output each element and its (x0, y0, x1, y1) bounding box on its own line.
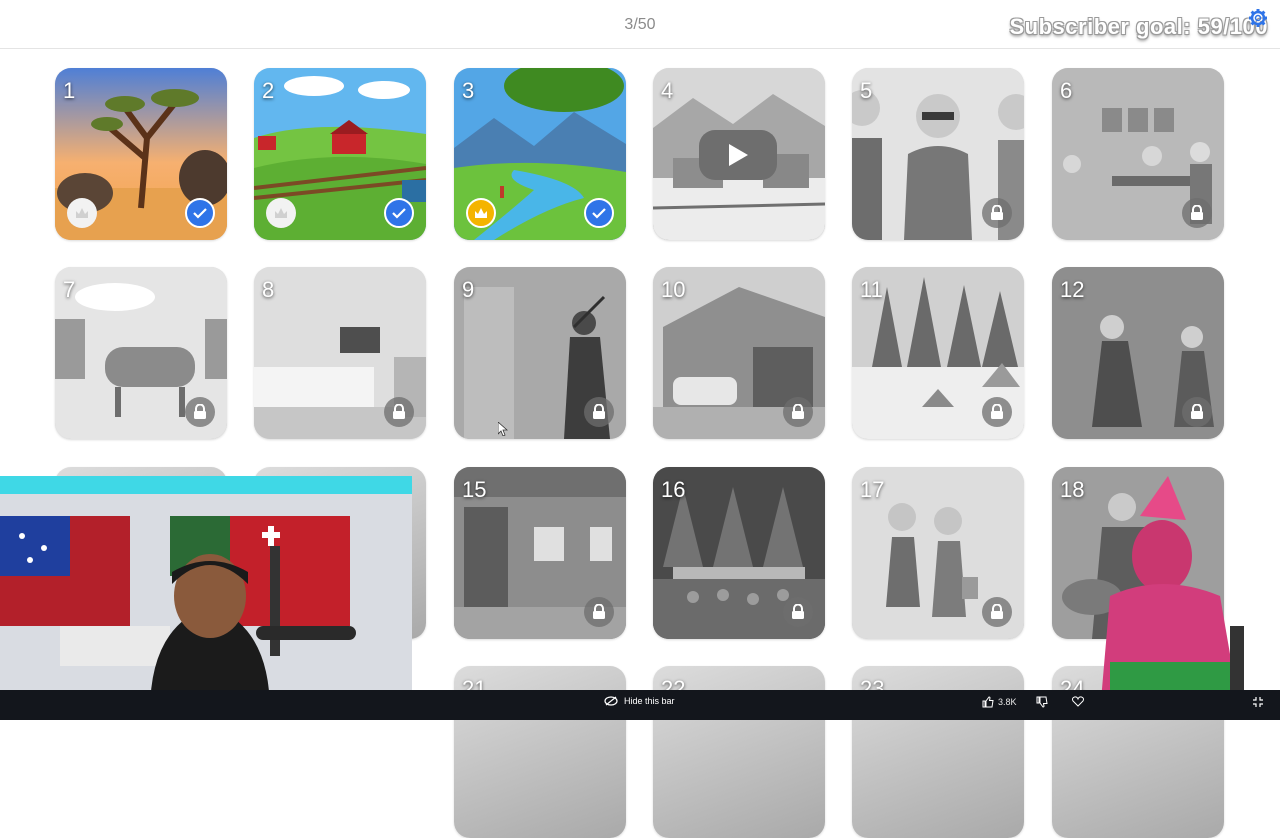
lock-icon (1182, 198, 1212, 228)
lock-icon (185, 397, 215, 427)
level-card-4[interactable]: 4 (653, 68, 825, 240)
level-number: 15 (462, 477, 487, 502)
level-card-15[interactable]: 15 (454, 467, 626, 639)
lock-icon (783, 597, 813, 627)
level-number: 2 (262, 78, 275, 103)
lock-icon (783, 397, 813, 427)
heart-icon (1072, 696, 1084, 707)
thumbs-down-icon (1036, 696, 1048, 708)
level-number: 16 (661, 477, 686, 502)
gear-icon[interactable] (1248, 8, 1268, 28)
level-number: 17 (860, 477, 885, 502)
bottom-bar: Hide this bar 3.8K (0, 690, 1280, 720)
streamer-webcam (0, 476, 412, 712)
white-badge-icon (266, 198, 296, 228)
level-card-12[interactable]: 12 (1052, 267, 1224, 439)
webcam-feed-image (0, 476, 412, 712)
collapse-icon (1253, 697, 1263, 707)
hide-bar-label: Hide this bar (624, 696, 675, 706)
level-number: 9 (462, 277, 475, 302)
level-number: 11 (860, 277, 883, 302)
guest-feed-image (1100, 476, 1244, 712)
level-card-1[interactable]: 1 (55, 68, 227, 240)
lock-icon (584, 397, 614, 427)
eye-off-icon (604, 696, 618, 706)
level-number: 1 (63, 78, 76, 103)
thumbs-up-icon (982, 696, 994, 708)
hide-bar-button[interactable]: Hide this bar (604, 696, 675, 706)
like-button[interactable]: 3.8K (982, 696, 1017, 708)
top-bar: 3/50 Subscriber goal: 59/100 (0, 0, 1280, 49)
level-card-10[interactable]: 10 (653, 267, 825, 439)
lock-icon (982, 198, 1012, 228)
level-card-9[interactable]: 9 (454, 267, 626, 439)
check-icon (384, 198, 414, 228)
level-card-8[interactable]: 8 (254, 267, 426, 439)
crown-icon (466, 198, 496, 228)
level-number: 3 (462, 78, 475, 103)
dislike-button[interactable] (1036, 696, 1048, 708)
subscriber-goal: Subscriber goal: 59/100 (1009, 14, 1268, 39)
level-number: 12 (1060, 277, 1085, 302)
level-number: 10 (661, 277, 686, 302)
level-card-5[interactable]: 5 (852, 68, 1024, 240)
level-card-17[interactable]: 17 (852, 467, 1024, 639)
lock-icon (982, 597, 1012, 627)
level-card-6[interactable]: 6 (1052, 68, 1224, 240)
level-number: 8 (262, 277, 275, 302)
level-card-3[interactable]: 3 (454, 68, 626, 240)
level-number: 18 (1060, 477, 1085, 502)
level-card-2[interactable]: 2 (254, 68, 426, 240)
lock-icon (584, 597, 614, 627)
play-icon[interactable] (699, 130, 777, 180)
check-icon (185, 198, 215, 228)
guest-webcam (1090, 476, 1250, 712)
lock-icon (384, 397, 414, 427)
like-count: 3.8K (998, 697, 1017, 707)
level-number: 6 (1060, 78, 1073, 103)
fullscreen-button[interactable] (1252, 696, 1264, 708)
level-number: 7 (63, 277, 76, 302)
heart-button[interactable] (1072, 696, 1084, 707)
check-icon (584, 198, 614, 228)
level-card-16[interactable]: 16 (653, 467, 825, 639)
level-card-11[interactable]: 11 (852, 267, 1024, 439)
mouse-cursor-icon (498, 422, 508, 436)
level-number: 4 (661, 78, 674, 103)
level-card-7[interactable]: 7 (55, 267, 227, 439)
lock-icon (1182, 397, 1212, 427)
level-number: 5 (860, 78, 873, 103)
lock-icon (982, 397, 1012, 427)
white-badge-icon (67, 198, 97, 228)
